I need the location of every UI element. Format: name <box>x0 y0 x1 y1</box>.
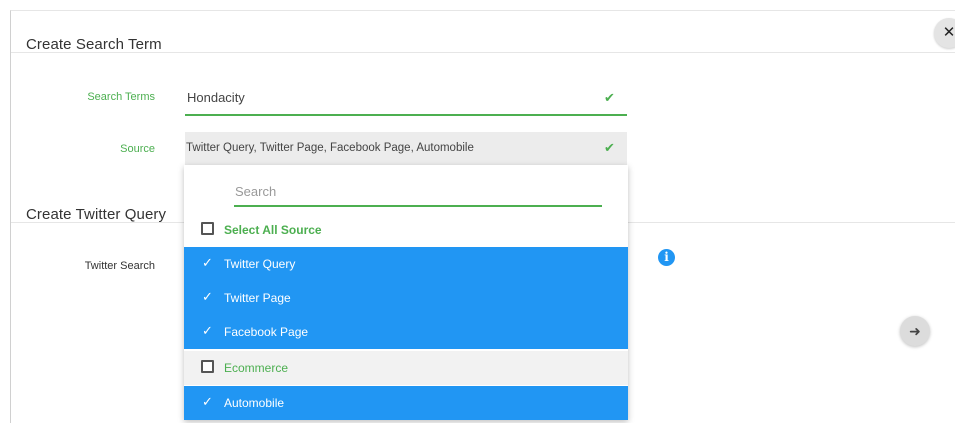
search-terms-label: Search Terms <box>87 91 155 103</box>
option-label: Twitter Query <box>224 257 296 271</box>
search-terms-input[interactable]: Hondacity ✔ <box>185 84 627 116</box>
dropdown-option-twitter-query[interactable]: ✓ Twitter Query <box>184 247 628 281</box>
check-icon: ✓ <box>202 255 213 270</box>
option-label: Ecommerce <box>224 361 289 375</box>
select-all-label: Select All Source <box>224 223 322 237</box>
check-icon: ✓ <box>202 323 213 338</box>
dropdown-option-twitter-page[interactable]: ✓ Twitter Page <box>184 281 628 315</box>
dropdown-search-input[interactable] <box>234 177 603 205</box>
option-label: Facebook Page <box>224 325 309 339</box>
dropdown-search <box>234 177 603 207</box>
source-dropdown: Select All Source ✓ Twitter Query ✓ Twit… <box>184 165 628 420</box>
double-check-icon: ✔ <box>604 140 615 155</box>
source-label: Source <box>120 143 155 155</box>
check-icon: ✓ <box>202 394 213 409</box>
search-terms-value: Hondacity <box>187 90 245 105</box>
check-icon: ✔ <box>604 90 615 105</box>
create-search-term-title: Create Search Term <box>26 36 162 53</box>
checkbox[interactable] <box>201 360 214 373</box>
source-select[interactable]: Twitter Query, Twitter Page, Facebook Pa… <box>185 132 627 166</box>
dropdown-option-automobile[interactable]: ✓ Automobile <box>184 386 628 420</box>
dropdown-option-facebook-page[interactable]: ✓ Facebook Page <box>184 315 628 349</box>
dropdown-option-ecommerce[interactable]: Ecommerce <box>184 351 628 385</box>
select-all-option[interactable]: Select All Source <box>184 213 628 247</box>
create-twitter-query-title: Create Twitter Query <box>26 206 167 223</box>
check-icon: ✓ <box>202 289 213 304</box>
option-label: Automobile <box>224 396 285 410</box>
twitter-search-label: Twitter Search <box>84 260 155 272</box>
info-icon[interactable]: i <box>658 249 675 266</box>
section-divider <box>11 52 955 53</box>
source-selected-value: Twitter Query, Twitter Page, Facebook Pa… <box>186 142 474 154</box>
checkbox[interactable] <box>201 222 214 235</box>
arrow-right-icon[interactable]: ➜ <box>900 316 930 346</box>
option-label: Twitter Page <box>224 291 291 305</box>
